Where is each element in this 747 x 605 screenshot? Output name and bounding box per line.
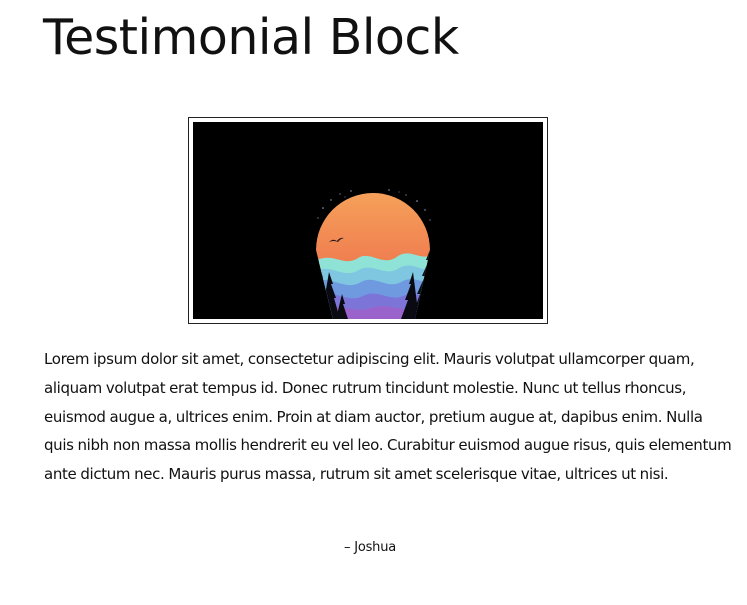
page-title: Testimonial Block: [43, 9, 459, 66]
testimonial-image-frame: [188, 117, 548, 324]
sunset-illustration: [193, 122, 543, 319]
sunset-mountain-landscape-image: [193, 122, 543, 319]
testimonial-author: – Joshua: [343, 540, 397, 555]
testimonial-quote: Lorem ipsum dolor sit amet, consectetur …: [44, 350, 732, 484]
